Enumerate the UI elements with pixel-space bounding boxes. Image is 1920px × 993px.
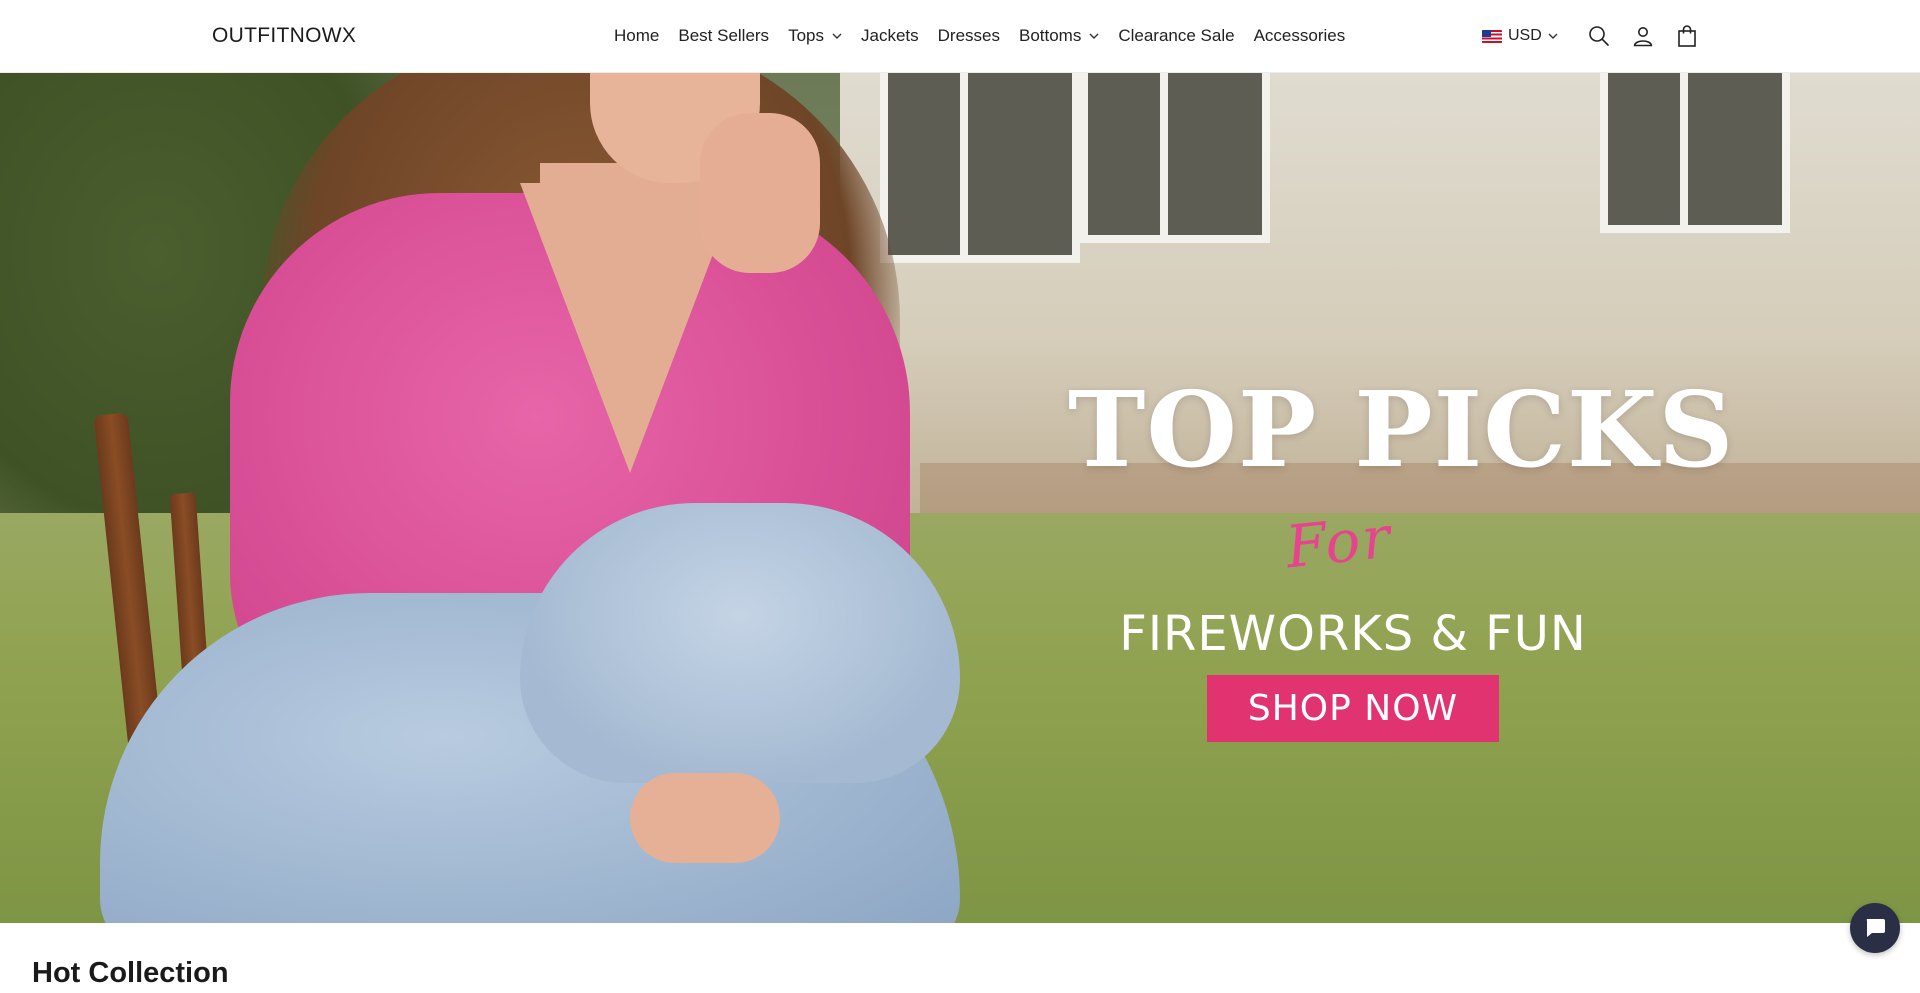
- chat-icon: [1866, 919, 1885, 937]
- header-actions: USD: [1482, 22, 1701, 50]
- search-button[interactable]: [1585, 22, 1613, 50]
- section-title-hot-collection: Hot Collection: [32, 957, 229, 989]
- nav-item-label: Clearance Sale: [1118, 26, 1235, 45]
- nav-item-clearance-sale[interactable]: Clearance Sale: [1118, 26, 1234, 46]
- account-button[interactable]: [1629, 22, 1657, 50]
- chevron-down-icon: [1089, 33, 1099, 39]
- hero-background-windows: [880, 73, 1880, 333]
- model-hand: [630, 773, 780, 863]
- main-nav: Home Best Sellers Tops Jackets Dresses B…: [614, 26, 1345, 46]
- hero-script-word: For: [1282, 502, 1395, 582]
- nav-item-accessories[interactable]: Accessories: [1254, 26, 1346, 46]
- nav-item-dresses[interactable]: Dresses: [938, 26, 1000, 46]
- nav-item-bottoms[interactable]: Bottoms: [1019, 26, 1099, 46]
- search-icon: [1588, 26, 1609, 46]
- account-icon: [1633, 27, 1653, 47]
- nav-item-label: Home: [614, 26, 660, 45]
- model-hand: [700, 113, 820, 273]
- currency-label: USD: [1508, 27, 1542, 44]
- nav-item-label: Best Sellers: [678, 26, 770, 45]
- chat-button[interactable]: [1850, 903, 1900, 953]
- nav-item-label: Bottoms: [1018, 26, 1082, 45]
- store-logo[interactable]: OUTFITNOWX: [212, 24, 356, 48]
- nav-item-label: Jackets: [860, 26, 919, 45]
- hero-banner[interactable]: TOP PICKS For FIREWORKS & FUN SHOP NOW: [0, 73, 1920, 923]
- nav-item-tops[interactable]: Tops: [788, 26, 842, 46]
- hero-subtitle: FIREWORKS & FUN: [1119, 606, 1587, 662]
- cart-icon: [1677, 25, 1696, 47]
- model-knee: [520, 503, 960, 783]
- hero-title: TOP PICKS: [1068, 368, 1735, 491]
- hero-text-block: TOP PICKS For FIREWORKS & FUN SHOP NOW: [1068, 368, 1735, 742]
- nav-item-label: Accessories: [1253, 26, 1346, 45]
- chevron-down-icon: [1548, 33, 1558, 39]
- chevron-down-icon: [832, 33, 842, 39]
- nav-item-home[interactable]: Home: [614, 26, 659, 46]
- nav-item-label: Tops: [788, 26, 824, 45]
- currency-selector[interactable]: USD: [1482, 22, 1558, 50]
- nav-item-best-sellers[interactable]: Best Sellers: [678, 26, 769, 46]
- nav-item-label: Dresses: [937, 26, 1000, 45]
- site-header: OUTFITNOWX Home Best Sellers Tops Jacket…: [0, 0, 1920, 73]
- shop-now-button[interactable]: SHOP NOW: [1207, 675, 1499, 742]
- us-flag-icon: [1482, 29, 1502, 43]
- nav-item-jackets[interactable]: Jackets: [861, 26, 919, 46]
- cart-button[interactable]: [1673, 22, 1701, 50]
